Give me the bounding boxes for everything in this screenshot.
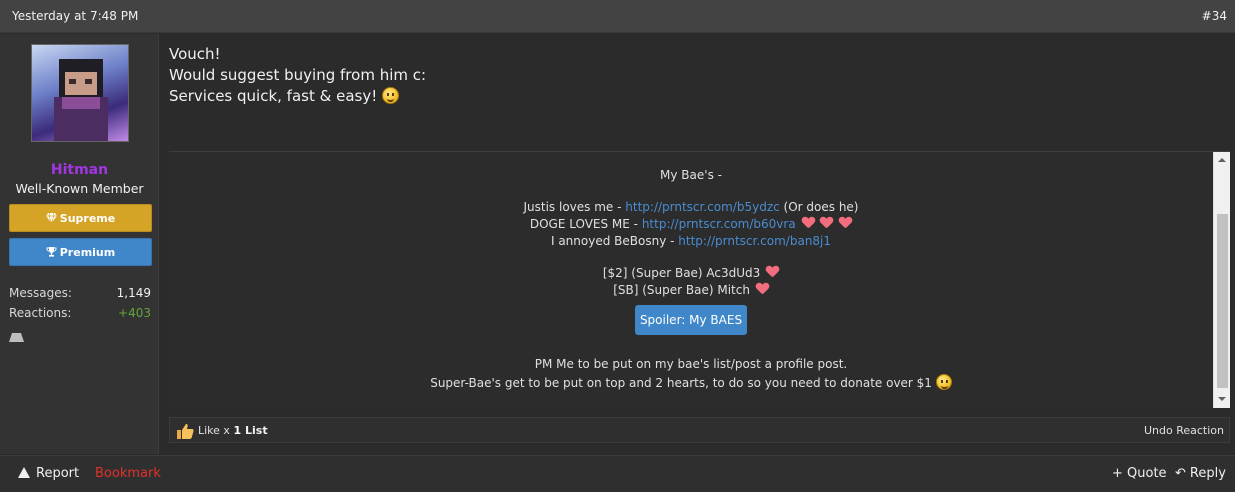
heart-icon: [820, 217, 833, 229]
spoiler-button[interactable]: Spoiler: My BAES: [635, 305, 747, 335]
post-date[interactable]: Yesterday at 7:48 PM: [12, 9, 138, 23]
avatar[interactable]: [31, 44, 129, 142]
signature-line-1: Justis loves me - http://prntscr.com/b5y…: [523, 200, 859, 214]
user-title: Well-Known Member: [15, 181, 144, 196]
message-line: Would suggest buying from him c:: [169, 66, 427, 84]
heart-icon: [802, 217, 815, 229]
trophy-points-icon[interactable]: [9, 327, 24, 342]
premium-label: Premium: [59, 246, 116, 259]
message-line: Vouch!: [169, 45, 221, 63]
smile-emoji-icon: [935, 374, 952, 390]
heart-icon: [756, 283, 769, 295]
signature-line-3: I annoyed BeBosny - http://prntscr.com/b…: [550, 234, 832, 248]
smile-emoji-icon: [382, 87, 399, 104]
reply-arrow-icon: ↶: [1175, 466, 1186, 481]
trophy-icon: [46, 239, 57, 267]
post-header: Yesterday at 7:48 PM #34: [0, 0, 1235, 33]
signature-link-1[interactable]: http://prntscr.com/b5ydzc: [625, 200, 779, 214]
signature-title: My Bae's -: [660, 168, 722, 182]
undo-reaction-button[interactable]: Undo Reaction: [1144, 424, 1224, 437]
message-body: Vouch! Would suggest buying from him c: …: [169, 44, 426, 107]
supreme-label: Supreme: [59, 212, 116, 225]
quote-button[interactable]: + Quote: [1112, 466, 1167, 481]
message-line: Services quick, fast & easy!: [169, 87, 378, 105]
like-summary[interactable]: Like x 1: [198, 424, 241, 437]
report-button[interactable]: Report: [18, 466, 79, 481]
reactions-label: Reactions:: [9, 306, 72, 320]
signature-scrollbar[interactable]: [1213, 152, 1230, 408]
premium-banner: Premium: [9, 238, 152, 266]
signature: My Bae's - Justis loves me - http://prnt…: [169, 151, 1230, 408]
post-number[interactable]: #34: [1202, 9, 1227, 23]
supreme-banner: Supreme: [9, 204, 152, 232]
scroll-up-arrow-icon[interactable]: [1214, 152, 1231, 169]
reaction-list-link[interactable]: List: [245, 424, 268, 437]
scroll-down-arrow-icon[interactable]: [1214, 391, 1231, 408]
thumbs-up-icon: [177, 423, 194, 439]
bae-entry-2: [SB] (Super Bae) Mitch: [169, 283, 1213, 297]
diamond-icon: [45, 205, 57, 233]
donate-line: Super-Bae's get to be put on top and 2 h…: [169, 374, 1213, 390]
messages-count: 1,149: [116, 286, 151, 300]
pm-line: PM Me to be put on my bae's list/post a …: [534, 357, 848, 371]
reactions-count: +403: [118, 306, 151, 320]
signature-link-3[interactable]: http://prntscr.com/ban8j1: [678, 234, 831, 248]
user-panel: Hitman Well-Known Member Supreme Premium…: [0, 34, 159, 454]
heart-icon: [766, 266, 779, 278]
signature-link-2[interactable]: http://prntscr.com/b60vra: [642, 217, 796, 231]
messages-label: Messages:: [9, 286, 72, 300]
bookmark-button[interactable]: Bookmark: [95, 466, 161, 481]
reply-button[interactable]: ↶ Reply: [1175, 466, 1226, 481]
bae-entry-1: [$2] (Super Bae) Ac3dUd3: [169, 266, 1213, 280]
signature-line-2: DOGE LOVES ME - http://prntscr.com/b60vr…: [169, 217, 1213, 231]
reactions-bar: Like x 1 List Undo Reaction: [169, 417, 1230, 443]
heart-icon: [839, 217, 852, 229]
warning-icon: [18, 467, 30, 478]
post-footer: Report Bookmark + Quote ↶ Reply: [0, 455, 1235, 492]
scroll-thumb[interactable]: [1217, 214, 1228, 388]
username[interactable]: Hitman: [0, 162, 159, 178]
